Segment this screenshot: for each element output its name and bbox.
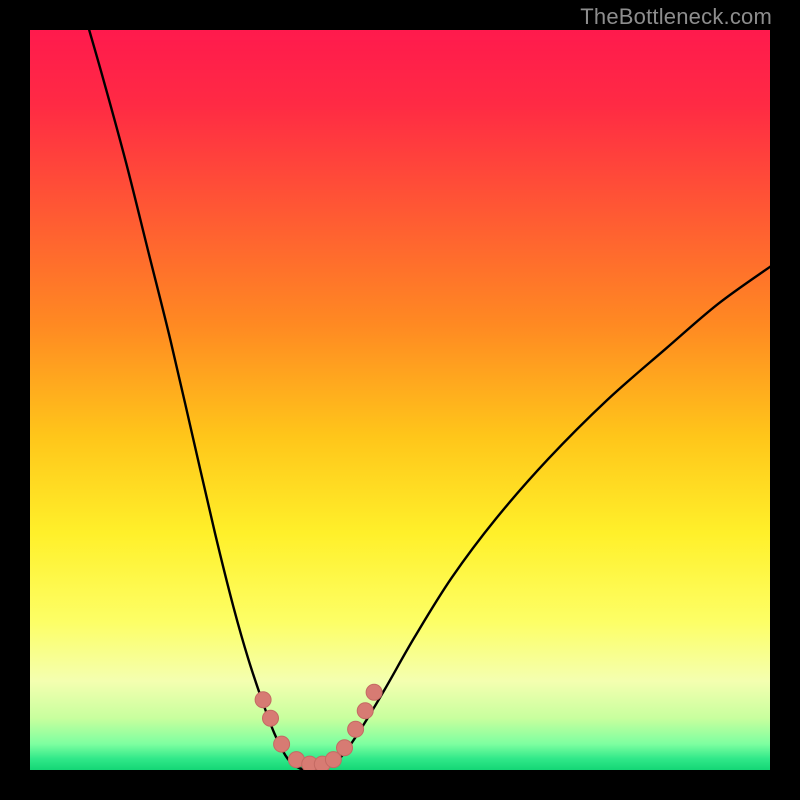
plot-area [30,30,770,770]
data-markers [255,684,382,770]
data-marker [366,684,382,700]
chart-frame: TheBottleneck.com [0,0,800,800]
data-marker [357,703,373,719]
curve-left [89,30,300,769]
curve-right [326,267,770,769]
data-marker [348,721,364,737]
curve-layer [30,30,770,770]
data-marker [337,740,353,756]
data-marker [274,736,290,752]
data-marker [263,710,279,726]
watermark-text: TheBottleneck.com [580,4,772,30]
data-marker [255,692,271,708]
